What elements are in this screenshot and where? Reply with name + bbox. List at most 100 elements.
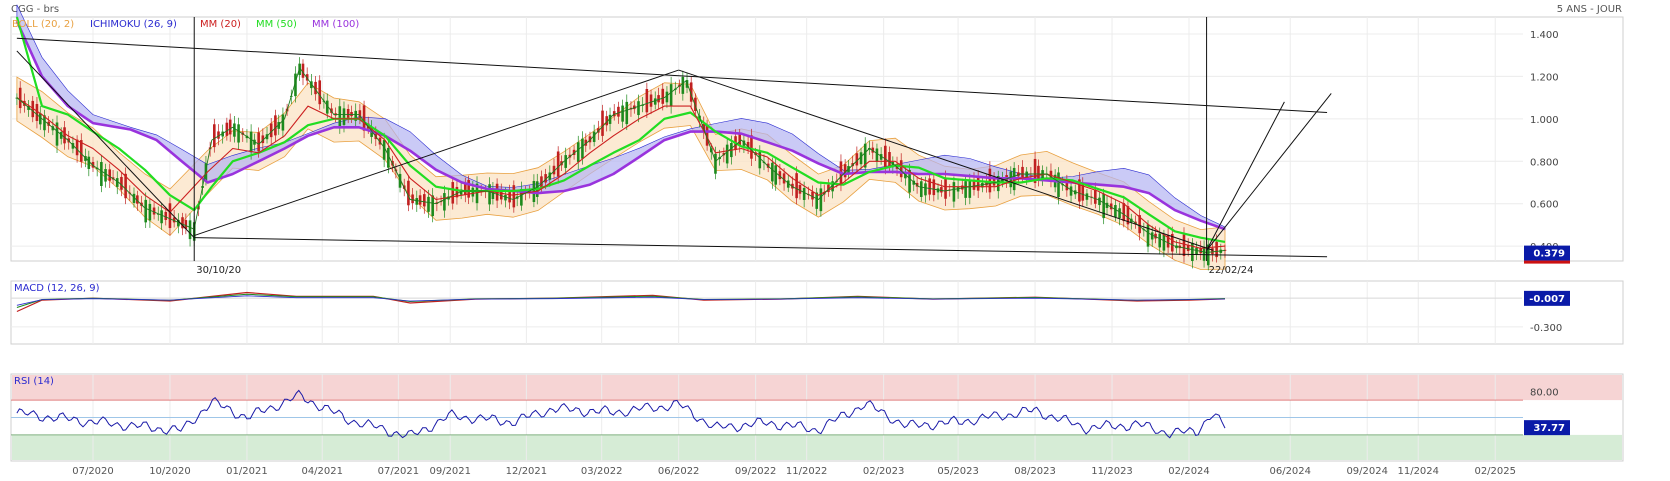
- candle-body: [625, 101, 629, 125]
- candle-body: [661, 88, 665, 104]
- candle-body: [168, 203, 172, 229]
- x-tick-label: 02/2025: [1474, 466, 1516, 477]
- candle-body: [556, 151, 560, 177]
- candle-body: [407, 180, 410, 206]
- candle-body: [249, 131, 253, 153]
- candle-body: [944, 177, 947, 199]
- candle-body: [1195, 247, 1198, 255]
- candle-body: [924, 183, 927, 196]
- candle-body: [464, 184, 467, 196]
- candle-body: [1186, 245, 1190, 252]
- candle-body: [411, 194, 414, 204]
- x-tick-label: 03/2022: [581, 466, 623, 477]
- value-badge-text: 37.77: [1533, 423, 1565, 434]
- candle-body: [798, 185, 802, 194]
- value-badge-underline: [1524, 260, 1570, 264]
- x-tick-label: 02/2023: [863, 466, 905, 477]
- candle-body: [362, 105, 366, 131]
- candle-body: [750, 135, 753, 159]
- x-axis: 07/2020 10/2020 01/2021 04/2021 07/2021 09/20…: [72, 466, 1516, 477]
- candle-body: [228, 119, 232, 135]
- candle-body: [928, 178, 931, 195]
- value-badge-text: 0.379: [1533, 249, 1565, 260]
- candle-body: [617, 106, 620, 117]
- candle-body: [120, 176, 123, 190]
- macd-panel: -0.300 MACD (12, 26, 9) -0.007: [10, 280, 1624, 345]
- price-y-tick-label: 1.200: [1530, 72, 1559, 83]
- candle-body: [952, 182, 956, 202]
- price-y-tick-label: 1.000: [1530, 115, 1559, 126]
- rsi-legend: RSI (14): [14, 376, 54, 387]
- candle-body: [38, 113, 42, 125]
- x-tick-label: 12/2021: [506, 466, 548, 477]
- rsi-last-value-badge: 37.77: [1524, 420, 1570, 436]
- candle-body: [1122, 203, 1126, 222]
- candle-body: [802, 187, 806, 201]
- x-tick-label: 11/2024: [1397, 466, 1439, 477]
- x-tick-label: 06/2022: [658, 466, 700, 477]
- x-tick-label: 07/2021: [378, 466, 420, 477]
- candle-body: [512, 185, 516, 208]
- candle-body: [488, 184, 491, 205]
- candle-body: [233, 123, 236, 137]
- candle-body: [964, 181, 967, 198]
- candle-body: [581, 138, 584, 159]
- macd-y-tick-label: -0.300: [1530, 323, 1562, 334]
- candle-body: [281, 114, 285, 131]
- candle-body: [843, 164, 847, 178]
- candle-body: [875, 148, 879, 162]
- macd-legend-entry: MACD (12, 26, 9): [14, 283, 100, 294]
- candle-body: [318, 80, 322, 105]
- price-y-tick-label: 0.600: [1530, 200, 1559, 211]
- candle-body: [415, 198, 419, 205]
- macd-y-ticks: -0.300: [1530, 323, 1562, 334]
- annotation-label: 22/02/24: [1209, 265, 1254, 276]
- candle-body: [152, 207, 156, 215]
- legend-entry: MM (50): [256, 19, 297, 30]
- candle-body: [976, 176, 980, 191]
- rsi-panel: 80.00 RSI (14) 37.77: [10, 373, 1624, 462]
- x-tick-label: 06/2024: [1269, 466, 1311, 477]
- candle-body: [18, 87, 22, 109]
- rsi-y-ticks: 80.00: [1530, 387, 1559, 398]
- candle-body: [418, 195, 422, 205]
- x-tick-label: 09/2021: [429, 466, 471, 477]
- candle-body: [564, 155, 568, 168]
- candle-body: [160, 210, 163, 224]
- candle-body: [811, 191, 814, 200]
- candle-body: [665, 91, 669, 103]
- legend-entry: ICHIMOKU (26, 9): [90, 19, 177, 30]
- rsi-legend-entry: RSI (14): [14, 376, 54, 387]
- candle-body: [771, 162, 774, 182]
- candle-body: [1021, 166, 1024, 179]
- candle-body: [884, 145, 887, 167]
- x-tick-label: 09/2024: [1346, 466, 1388, 477]
- candle-body: [148, 203, 152, 221]
- price-y-tick-label: 1.400: [1530, 30, 1559, 41]
- candle-body: [269, 123, 273, 138]
- candle-body: [649, 94, 653, 107]
- candle-body: [431, 195, 434, 217]
- candle-body: [1094, 189, 1097, 204]
- macd-panel-frame: [10, 280, 1624, 345]
- x-tick-label: 10/2020: [149, 466, 191, 477]
- value-badge-text: -0.007: [1529, 294, 1565, 305]
- candle-body: [968, 180, 972, 198]
- candle-body: [714, 153, 717, 174]
- candle-body: [104, 169, 107, 182]
- rsi-overbought-zone: [12, 375, 1622, 401]
- candle-body: [1102, 193, 1105, 219]
- x-tick-label: 08/2023: [1014, 466, 1056, 477]
- rsi-y-tick-label: 80.00: [1530, 387, 1559, 398]
- x-tick-label: 07/2020: [72, 466, 114, 477]
- candle-body: [144, 199, 148, 223]
- candle-body: [1057, 172, 1060, 197]
- x-tick-label: 02/2024: [1168, 466, 1210, 477]
- candle-body: [601, 110, 604, 136]
- candle-body: [932, 179, 936, 196]
- candle-body: [645, 89, 649, 113]
- candle-body: [899, 160, 903, 178]
- candle-body: [213, 124, 216, 148]
- price-panel: 30/10/20 22/02/24 1.400 1.200 1.000 0.800 0.6…: [10, 4, 1624, 276]
- macd-last-value-badge: -0.007: [1524, 290, 1570, 306]
